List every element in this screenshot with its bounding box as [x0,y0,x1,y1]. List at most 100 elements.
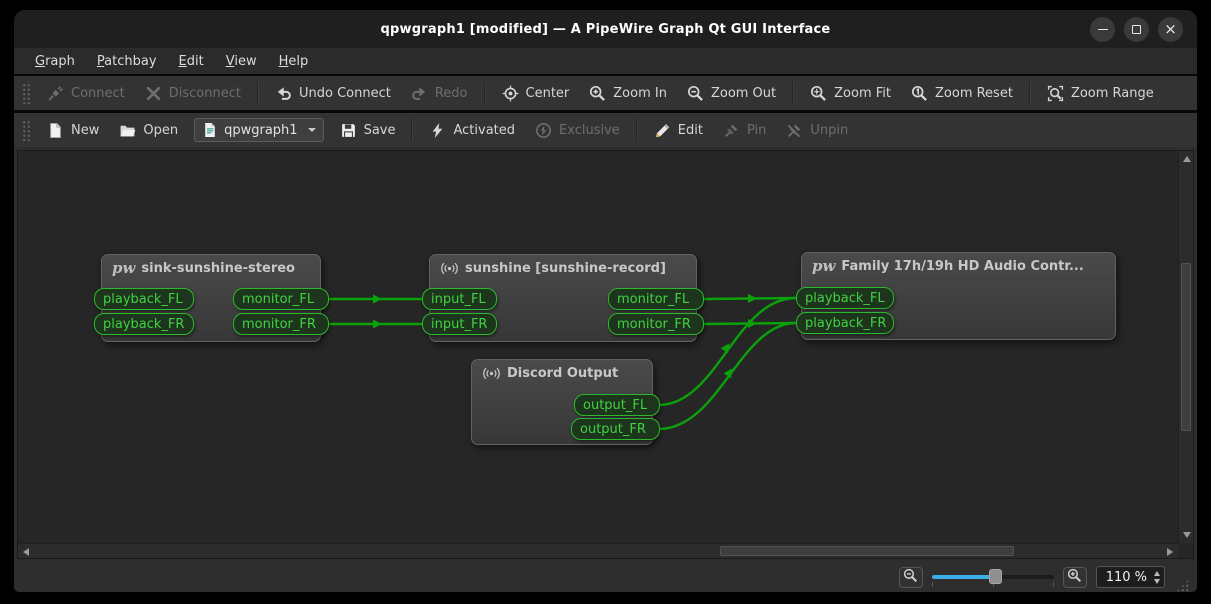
menu-edit[interactable]: Edit [170,51,213,72]
scroll-right-button[interactable] [1163,544,1178,559]
unpin-icon [786,122,803,139]
scroll-left-button[interactable] [18,544,33,559]
node-title: sink-sunshine-stereo [141,261,295,276]
toolbar-button-label: Activated [453,123,515,138]
port-output-fr[interactable]: output_FR [571,418,660,440]
disconnect-button[interactable]: Disconnect [136,80,250,107]
node-title: Family 17h/19h HD Audio Contr... [841,259,1083,274]
horizontal-scrollbar[interactable] [18,543,1178,558]
unpin-button[interactable]: Unpin [777,117,857,144]
toolbar-drag-handle[interactable] [21,82,30,104]
scroll-up-button[interactable] [1179,151,1194,166]
graph-canvas[interactable]: pwsink-sunshine-stereosunshine [sunshine… [17,150,1194,559]
window-controls: × [1090,10,1183,48]
window-title: qpwgraph1 [modified] — A PipeWire Graph … [381,22,831,37]
status-bar: 110 % [14,562,1197,592]
zoom-out-button[interactable] [899,567,923,588]
toolbar-separator [792,82,794,104]
toolbar-separator [1029,82,1031,104]
vertical-scrollbar[interactable] [1178,151,1193,543]
edit-button[interactable]: Edit [645,117,712,144]
port-playback-fr[interactable]: playback_FR [94,313,194,335]
toolbar-separator [484,82,486,104]
menu-help[interactable]: Help [270,51,318,72]
spin-down-button[interactable] [1154,579,1160,587]
scroll-down-button[interactable] [1179,528,1194,543]
toolbar-separator [257,82,259,104]
toolbar-button-label: Zoom Range [1071,86,1154,101]
zoom-spinbox[interactable]: 110 % [1096,566,1165,588]
port-output-fl[interactable]: output_FL [574,394,660,416]
exclusive-button[interactable]: Exclusive [526,117,629,144]
zoom-reset-button[interactable]: Zoom Reset [902,80,1022,107]
node-header: sunshine [sunshine-record] [430,255,696,282]
patchbay-profile-combobox[interactable]: qpwgraph1 [194,118,323,142]
menu-graph[interactable]: Graph [26,51,84,72]
zoom-range-button[interactable]: Zoom Range [1038,80,1163,107]
toolbar-button-label: Zoom In [613,86,667,101]
graph-toolbar: ConnectDisconnect Undo Connect Redo Center Z… [14,76,1197,110]
minimize-button[interactable] [1090,17,1115,42]
media-broadcast-icon [440,261,459,276]
zoom-slider[interactable] [932,566,1054,588]
zoom-in-button[interactable] [1063,567,1087,588]
spin-up-button[interactable] [1154,568,1160,576]
close-button[interactable]: × [1158,17,1183,42]
media-broadcast-icon [482,366,501,381]
wire-sunshine-sunshine-record-monitor-fr-to-family-17h-19h-hd-audio-contr-playback-fr[interactable] [704,323,796,324]
port-playback-fl[interactable]: playback_FL [796,287,894,309]
toolbar-button-label: Redo [435,86,468,101]
redo-button[interactable]: Redo [402,80,477,107]
center-button[interactable]: Center [493,80,579,107]
activated-button[interactable]: Activated [420,117,524,144]
pin-button[interactable]: Pin [714,117,775,144]
slider-handle[interactable] [989,569,1002,584]
toolbar-button-label: Exclusive [559,123,620,138]
port-monitor-fl[interactable]: monitor_FL [608,288,704,310]
new-button[interactable]: New [38,117,108,144]
wire-sunshine-sunshine-record-monitor-fl-to-family-17h-19h-hd-audio-contr-playback-fl[interactable] [704,298,796,299]
zoom-in-button[interactable]: Zoom In [580,80,676,107]
connect-button[interactable]: Connect [38,80,134,107]
arrow-left-icon [19,548,29,556]
disconnect-icon [145,85,162,102]
wire-arrow-icon [721,341,733,353]
redo-icon [411,85,428,102]
port-playback-fr[interactable]: playback_FR [796,312,894,334]
zoom-value: 110 % [1106,570,1147,585]
zoom-fit-icon [810,85,827,102]
toolbar-button-label: Zoom Out [711,86,776,101]
toolbar-button-label: Center [526,86,570,101]
undo-icon [275,85,292,102]
wires-layer [18,151,1178,543]
zoom-out-button[interactable]: Zoom Out [678,80,785,107]
zoom-fit-button[interactable]: Zoom Fit [801,80,900,107]
maximize-icon [1132,25,1141,34]
port-monitor-fl[interactable]: monitor_FL [233,288,329,310]
graph-layer[interactable]: pwsink-sunshine-stereosunshine [sunshine… [18,151,1178,543]
arrow-down-icon [1183,532,1191,542]
port-playback-fl[interactable]: playback_FL [94,288,194,310]
toolbar-drag-handle[interactable] [21,119,30,141]
toolbar-button-label: Zoom Reset [935,86,1013,101]
port-monitor-fr[interactable]: monitor_FR [608,313,704,335]
port-input-fr[interactable]: input_FR [422,313,497,335]
resize-grip[interactable] [1176,579,1189,592]
title-bar[interactable]: qpwgraph1 [modified] — A PipeWire Graph … [14,10,1197,48]
open-button[interactable]: Open [110,117,187,144]
undo-connect-button[interactable]: Undo Connect [266,80,400,107]
maximize-button[interactable] [1124,17,1149,42]
connect-icon [47,85,64,102]
slider-fill [932,575,995,579]
port-input-fl[interactable]: input_FL [422,288,497,310]
vertical-scrollbar-thumb[interactable] [1181,263,1191,431]
slider-tick [932,582,933,587]
port-monitor-fr[interactable]: monitor_FR [233,313,329,335]
menu-view[interactable]: View [217,51,266,72]
toolbar-button-label: Edit [678,123,703,138]
toolbar-separator [636,119,638,141]
arrow-up-icon [1183,152,1191,162]
save-button[interactable]: Save [331,117,405,144]
menu-patchbay[interactable]: Patchbay [88,51,166,72]
horizontal-scrollbar-thumb[interactable] [720,546,1014,556]
